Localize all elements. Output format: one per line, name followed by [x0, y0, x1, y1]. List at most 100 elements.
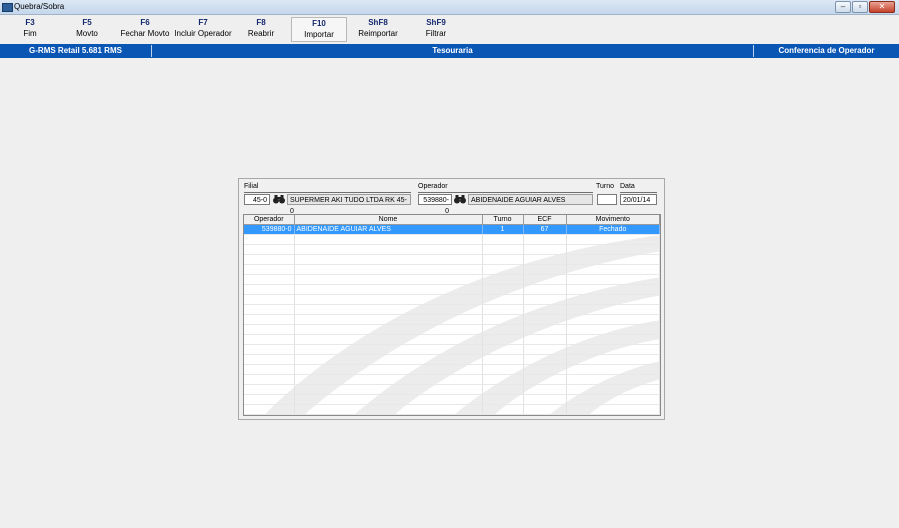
operators-grid[interactable]: Operador Nome Turno ECF Movimento 539880…: [243, 214, 661, 416]
reabrir-button[interactable]: F8 Reabrir: [233, 17, 289, 42]
col-header-movimento[interactable]: Movimento: [566, 215, 660, 225]
empty-cell: [294, 374, 483, 385]
binoculars-icon[interactable]: [454, 194, 466, 204]
filial-code-input[interactable]: 45-0: [244, 194, 270, 205]
empty-cell: [523, 254, 567, 265]
empty-cell: [244, 344, 295, 355]
empty-cell: [566, 414, 660, 415]
window-title: Quebra/Sobra: [14, 2, 65, 11]
empty-row: [244, 284, 660, 295]
empty-cell: [244, 234, 295, 245]
empty-cell: [244, 254, 295, 265]
empty-cell: [482, 244, 524, 255]
empty-rows: [244, 234, 660, 415]
cell-ecf: 67: [523, 224, 567, 235]
empty-cell: [523, 324, 567, 335]
turno-input[interactable]: [597, 194, 617, 205]
empty-cell: [482, 304, 524, 315]
empty-cell: [482, 274, 524, 285]
empty-cell: [482, 234, 524, 245]
operador-name-field: ABIDENAIDE AGUIAR ALVES: [468, 194, 593, 205]
empty-cell: [244, 244, 295, 255]
empty-cell: [523, 364, 567, 375]
col-header-nome[interactable]: Nome: [294, 215, 483, 225]
fkey-code: F5: [82, 18, 92, 27]
importar-button[interactable]: F10 Importar: [291, 17, 347, 42]
reimportar-button[interactable]: ShF8 Reimportar: [350, 17, 406, 42]
empty-cell: [244, 264, 295, 275]
empty-cell: [523, 244, 567, 255]
empty-cell: [294, 414, 483, 415]
cell-nome: ABIDENAIDE AGUIAR ALVES: [294, 224, 483, 235]
empty-row: [244, 414, 660, 415]
empty-row: [244, 274, 660, 285]
empty-row: [244, 364, 660, 375]
empty-cell: [294, 404, 483, 415]
col-header-ecf[interactable]: ECF: [523, 215, 567, 225]
empty-row: [244, 394, 660, 405]
data-input[interactable]: 20/01/14: [620, 194, 657, 205]
fechar-movto-button[interactable]: F6 Fechar Movto: [117, 17, 173, 42]
incluir-operador-button[interactable]: F7 Incluir Operador: [172, 17, 234, 42]
empty-cell: [482, 414, 524, 415]
empty-cell: [482, 404, 524, 415]
empty-row: [244, 404, 660, 415]
empty-cell: [523, 384, 567, 395]
fkey-label: Importar: [304, 30, 334, 39]
binoculars-icon[interactable]: [273, 194, 285, 204]
empty-cell: [566, 274, 660, 285]
operador-code-input[interactable]: 539880-0: [418, 194, 452, 215]
empty-cell: [523, 334, 567, 345]
empty-cell: [482, 254, 524, 265]
table-row[interactable]: 539880-0 ABIDENAIDE AGUIAR ALVES 1 67 Fe…: [244, 224, 660, 235]
empty-cell: [523, 404, 567, 415]
empty-cell: [294, 244, 483, 255]
fkey-code: F6: [140, 18, 150, 27]
empty-cell: [244, 294, 295, 305]
window-titlebar[interactable]: Quebra/Sobra – ▫ ✕: [0, 0, 899, 15]
empty-row: [244, 334, 660, 345]
empty-cell: [566, 344, 660, 355]
empty-cell: [523, 284, 567, 295]
empty-row: [244, 234, 660, 245]
empty-row: [244, 304, 660, 315]
data-label: Data: [620, 183, 635, 190]
filtrar-button[interactable]: ShF9 Filtrar: [408, 17, 464, 42]
close-button[interactable]: ✕: [869, 1, 895, 13]
operator-conference-panel: Filial 45-0 SUPERMER AKI TUDO LTDA RK 45…: [238, 178, 665, 420]
fkey-label: Filtrar: [425, 29, 447, 38]
col-header-turno[interactable]: Turno: [482, 215, 524, 225]
fkey-label: Fechar Movto: [120, 29, 170, 38]
empty-cell: [566, 264, 660, 275]
version-label: G-RMS Retail 5.681 RMS: [29, 46, 122, 55]
empty-cell: [482, 294, 524, 305]
movto-button[interactable]: F5 Movto: [59, 17, 115, 42]
empty-row: [244, 264, 660, 275]
maximize-button[interactable]: ▫: [852, 1, 868, 13]
empty-cell: [244, 324, 295, 335]
empty-cell: [482, 354, 524, 365]
empty-cell: [523, 304, 567, 315]
empty-cell: [482, 374, 524, 385]
empty-cell: [244, 374, 295, 385]
empty-cell: [294, 254, 483, 265]
empty-cell: [566, 404, 660, 415]
cell-movimento: Fechado: [566, 224, 660, 235]
function-toolbar: F3 Fim F5 Movto F6 Fechar Movto F7 Inclu…: [0, 15, 899, 44]
empty-cell: [566, 364, 660, 375]
empty-cell: [244, 314, 295, 325]
fim-button[interactable]: F3 Fim: [2, 17, 58, 42]
empty-cell: [566, 244, 660, 255]
minimize-button[interactable]: –: [835, 1, 851, 13]
cell-operador: 539880-0: [244, 224, 295, 235]
empty-cell: [294, 324, 483, 335]
status-bar: G-RMS Retail 5.681 RMS Tesouraria Confer…: [0, 44, 899, 58]
empty-cell: [482, 314, 524, 325]
empty-cell: [244, 274, 295, 285]
filial-underline: [244, 192, 411, 193]
fkey-label: Reabrir: [247, 29, 275, 38]
empty-row: [244, 254, 660, 265]
col-header-operador[interactable]: Operador: [244, 215, 295, 225]
operador-underline: [418, 192, 593, 193]
empty-cell: [244, 284, 295, 295]
